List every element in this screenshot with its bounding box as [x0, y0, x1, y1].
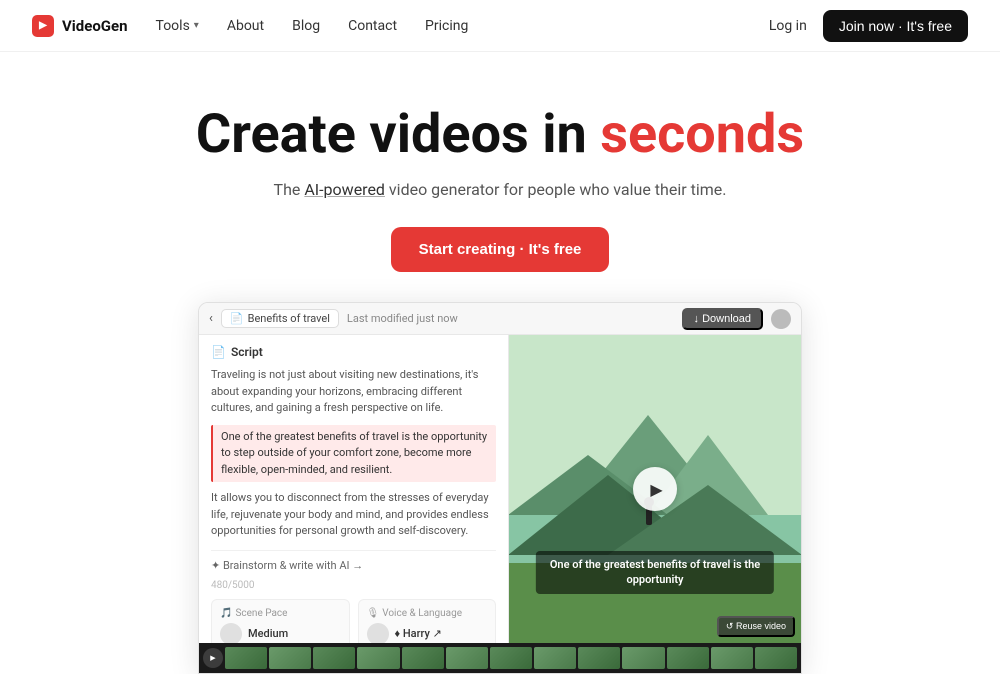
download-button[interactable]: ↓ Download	[682, 308, 763, 330]
filmstrip-play-icon[interactable]	[203, 648, 223, 668]
film-segment	[578, 647, 620, 669]
settings-grid: 🎵 Scene Pace Medium 🎙 Voice & Language	[211, 599, 496, 644]
script-panel: 📄 Script Traveling is not just about vis…	[199, 335, 509, 643]
pace-icon: 🎵	[220, 608, 232, 619]
nav-right: Log in Join now · It's free	[769, 10, 968, 42]
subtitle-rest: video generator for people who value the…	[385, 180, 727, 199]
hero-title-prefix: Create videos in	[196, 103, 600, 166]
film-segment	[667, 647, 709, 669]
script-header: 📄 Script	[211, 345, 496, 359]
pace-icon-circle	[220, 623, 242, 644]
frame-topbar: ‹ 📄 Benefits of travel Last modified jus…	[199, 303, 801, 335]
hero-title-accent: seconds	[600, 103, 804, 166]
script-body-2: It allows you to disconnect from the str…	[211, 490, 496, 540]
logo-icon	[32, 15, 54, 37]
voice-icon-circle	[367, 623, 389, 644]
cta-button[interactable]: Start creating · It's free	[391, 227, 610, 272]
brainstorm-link[interactable]: ✦ Brainstorm & write with AI →	[211, 550, 496, 572]
film-segment	[313, 647, 355, 669]
tab-label: Benefits of travel	[248, 312, 330, 325]
app-frame: ‹ 📄 Benefits of travel Last modified jus…	[198, 302, 802, 674]
nav-about[interactable]: About	[227, 18, 264, 34]
film-segment	[622, 647, 664, 669]
back-button[interactable]: ‹	[209, 311, 213, 326]
film-segment	[446, 647, 488, 669]
topbar-left: ‹ 📄 Benefits of travel Last modified jus…	[209, 309, 458, 328]
voice-value: ♦ Harry ↗	[395, 627, 442, 640]
voice-title: 🎙 Voice & Language	[367, 608, 488, 619]
film-segment	[357, 647, 399, 669]
char-counter: 480/5000	[211, 580, 496, 591]
topbar-right: ↓ Download	[682, 308, 791, 330]
film-segment	[534, 647, 576, 669]
video-panel: One of the greatest benefits of travel i…	[509, 335, 801, 643]
navbar: VideoGen Tools ▾ About Blog Contact Pric…	[0, 0, 1000, 52]
subtitle-prefix: The	[274, 180, 305, 199]
login-link[interactable]: Log in	[769, 18, 807, 34]
script-icon: 📄	[211, 345, 226, 359]
filmstrip	[199, 643, 801, 673]
voice-icon: 🎙	[367, 608, 380, 619]
nav-contact[interactable]: Contact	[348, 18, 397, 34]
app-screenshot: ‹ 📄 Benefits of travel Last modified jus…	[198, 302, 802, 674]
ai-powered-link[interactable]: AI-powered	[304, 180, 385, 199]
tab-icon: 📄	[230, 312, 244, 325]
hero-title: Create videos in seconds	[20, 104, 980, 166]
chevron-down-icon: ▾	[194, 20, 199, 31]
document-tab[interactable]: 📄 Benefits of travel	[221, 309, 339, 328]
scene-pace-block: 🎵 Scene Pace Medium	[211, 599, 350, 644]
script-title: Script	[231, 345, 263, 359]
film-segment	[755, 647, 797, 669]
hero-subtitle: The AI-powered video generator for peopl…	[20, 180, 980, 199]
caption-line1: One of the greatest benefits of travel i…	[550, 558, 760, 571]
pace-value-row: Medium	[220, 623, 341, 644]
script-body-1: Traveling is not just about visiting new…	[211, 367, 496, 417]
voice-value-row: ♦ Harry ↗	[367, 623, 488, 644]
voice-language-block: 🎙 Voice & Language ♦ Harry ↗	[358, 599, 497, 644]
script-highlight: One of the greatest benefits of travel i…	[211, 425, 496, 483]
film-segment	[402, 647, 444, 669]
play-button[interactable]	[633, 467, 677, 511]
film-segment	[225, 647, 267, 669]
tools-label: Tools	[156, 18, 190, 34]
caption-line2: opportunity	[626, 573, 683, 586]
hero-section: Create videos in seconds The AI-powered …	[0, 52, 1000, 302]
nav-left: VideoGen Tools ▾ About Blog Contact Pric…	[32, 15, 468, 37]
video-background: One of the greatest benefits of travel i…	[509, 335, 801, 643]
nav-pricing[interactable]: Pricing	[425, 18, 468, 34]
frame-body: 📄 Script Traveling is not just about vis…	[199, 335, 801, 643]
video-caption: One of the greatest benefits of travel i…	[536, 551, 774, 594]
join-button[interactable]: Join now · It's free	[823, 10, 968, 42]
film-segment	[711, 647, 753, 669]
nav-tools-menu[interactable]: Tools ▾	[156, 18, 199, 34]
reuse-video-button[interactable]: ↺ Reuse video	[717, 616, 795, 637]
pace-value: Medium	[248, 627, 288, 640]
film-segment	[269, 647, 311, 669]
nav-blog[interactable]: Blog	[292, 18, 320, 34]
last-modified: Last modified just now	[347, 312, 458, 325]
film-segment	[490, 647, 532, 669]
avatar	[771, 309, 791, 329]
logo[interactable]: VideoGen	[32, 15, 128, 37]
logo-text: VideoGen	[62, 17, 128, 35]
scene-pace-title: 🎵 Scene Pace	[220, 608, 341, 619]
